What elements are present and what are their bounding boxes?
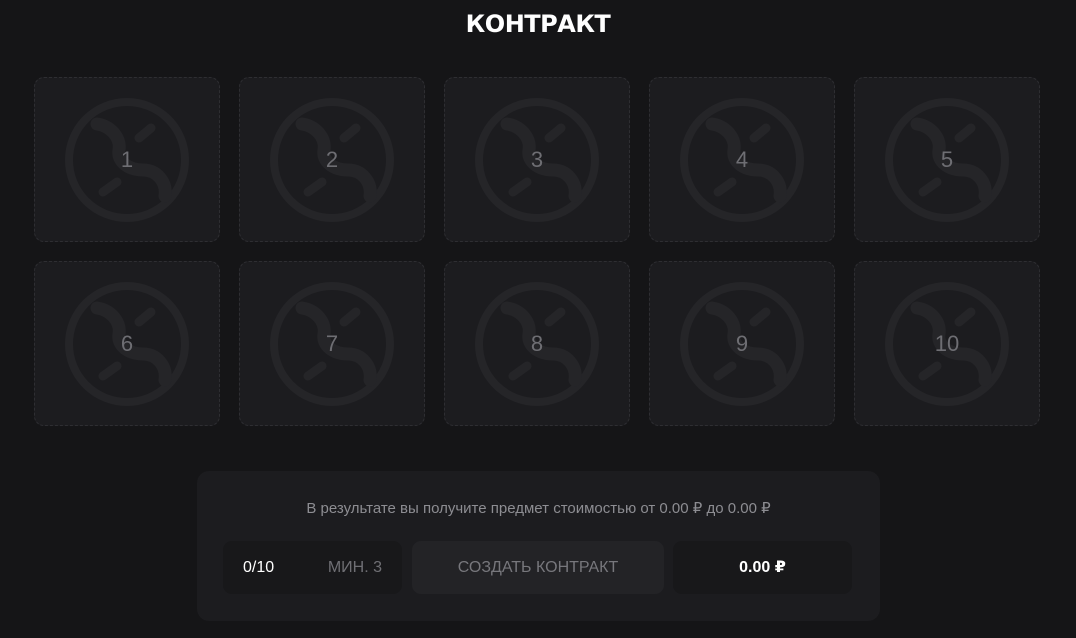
slot-number: 1: [120, 146, 134, 172]
contract-price: 0.00 ₽: [673, 541, 852, 594]
slot-number: 8: [530, 330, 544, 356]
result-range-text: В результате вы получите предмет стоимос…: [306, 500, 771, 517]
contract-slot[interactable]: 3: [444, 77, 630, 242]
create-contract-button[interactable]: СОЗДАТЬ КОНТРАКТ: [412, 541, 664, 594]
contract-page: КОНТРАКТ 1 2 3 4 5 6 7 8 9 10 В результа…: [0, 0, 1076, 638]
contract-slot[interactable]: 6: [34, 261, 220, 426]
min-items-label: МИН. 3: [327, 559, 382, 576]
slot-number: 7: [325, 330, 339, 356]
slot-number: 4: [735, 146, 749, 172]
contract-slot[interactable]: 9: [649, 261, 835, 426]
slot-number: 5: [940, 146, 954, 172]
items-count: 0/10: [243, 559, 275, 576]
slot-number: 2: [325, 146, 339, 172]
page-title: КОНТРАКТ: [465, 10, 611, 38]
slot-number: 9: [735, 330, 749, 356]
contract-panel: В результате вы получите предмет стоимос…: [197, 471, 880, 621]
contract-slot[interactable]: 10: [854, 261, 1040, 426]
contract-slot[interactable]: 1: [34, 77, 220, 242]
contract-slot[interactable]: 7: [239, 261, 425, 426]
slot-number: 6: [120, 330, 134, 356]
contract-slots-grid: 1 2 3 4 5 6 7 8 9 10: [34, 77, 1040, 426]
contract-slot[interactable]: 2: [239, 77, 425, 242]
items-counter: 0/10 МИН. 3: [223, 541, 402, 594]
contract-slot[interactable]: 4: [649, 77, 835, 242]
slot-number: 10: [934, 330, 960, 356]
contract-slot[interactable]: 5: [854, 77, 1040, 242]
slot-number: 3: [530, 146, 544, 172]
contract-slot[interactable]: 8: [444, 261, 630, 426]
